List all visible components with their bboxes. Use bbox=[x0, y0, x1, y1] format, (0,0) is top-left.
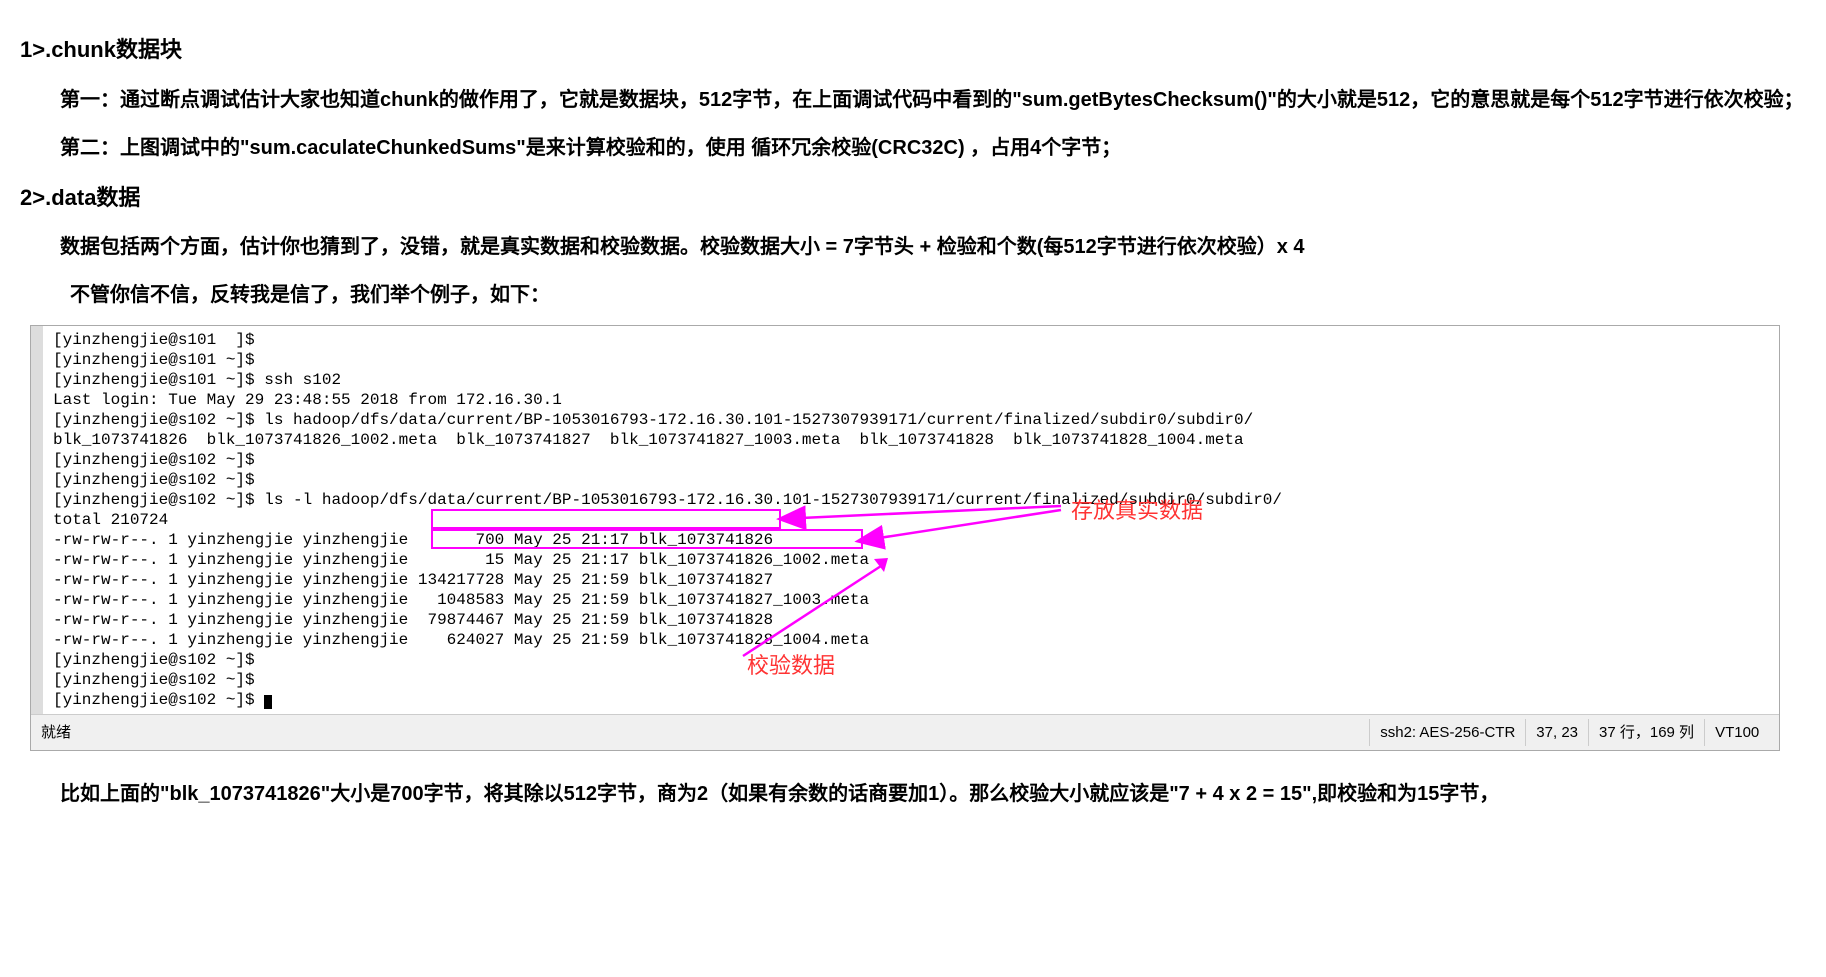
status-rows: 37 行，169 列 bbox=[1588, 719, 1704, 746]
paragraph-2: 第二：上图调试中的"sum.caculateChunkedSums"是来计算校验… bbox=[20, 130, 1806, 166]
status-ssh: ssh2: AES-256-CTR bbox=[1369, 719, 1525, 746]
terminal-status-bar: 就绪 ssh2: AES-256-CTR 37, 23 37 行，169 列 V… bbox=[31, 714, 1779, 750]
status-position: 37, 23 bbox=[1525, 719, 1588, 746]
paragraph-5: 比如上面的"blk_1073741826"大小是700字节，将其除以512字节，… bbox=[20, 776, 1806, 812]
terminal-window: [yinzhengjie@s101 ]$ [yinzhengjie@s101 ~… bbox=[30, 325, 1780, 751]
paragraph-3: 数据包括两个方面，估计你也猜到了，没错，就是真实数据和校验数据。校验数据大小 =… bbox=[20, 229, 1806, 265]
status-term-type: VT100 bbox=[1704, 719, 1769, 746]
heading-data: 2>.data数据 bbox=[20, 178, 1806, 218]
status-ready: 就绪 bbox=[41, 719, 71, 746]
paragraph-4: 不管你信不信，反转我是信了，我们举个例子，如下： bbox=[20, 277, 1806, 313]
terminal-content[interactable]: [yinzhengjie@s101 ]$ [yinzhengjie@s101 ~… bbox=[31, 326, 1779, 714]
paragraph-1: 第一：通过断点调试估计大家也知道chunk的做作用了，它就是数据块，512字节，… bbox=[20, 82, 1806, 118]
annotation-check-data-label: 校验数据 bbox=[747, 646, 835, 686]
annotation-real-data-label: 存放真实数据 bbox=[1071, 491, 1203, 531]
heading-chunk: 1>.chunk数据块 bbox=[20, 30, 1806, 70]
